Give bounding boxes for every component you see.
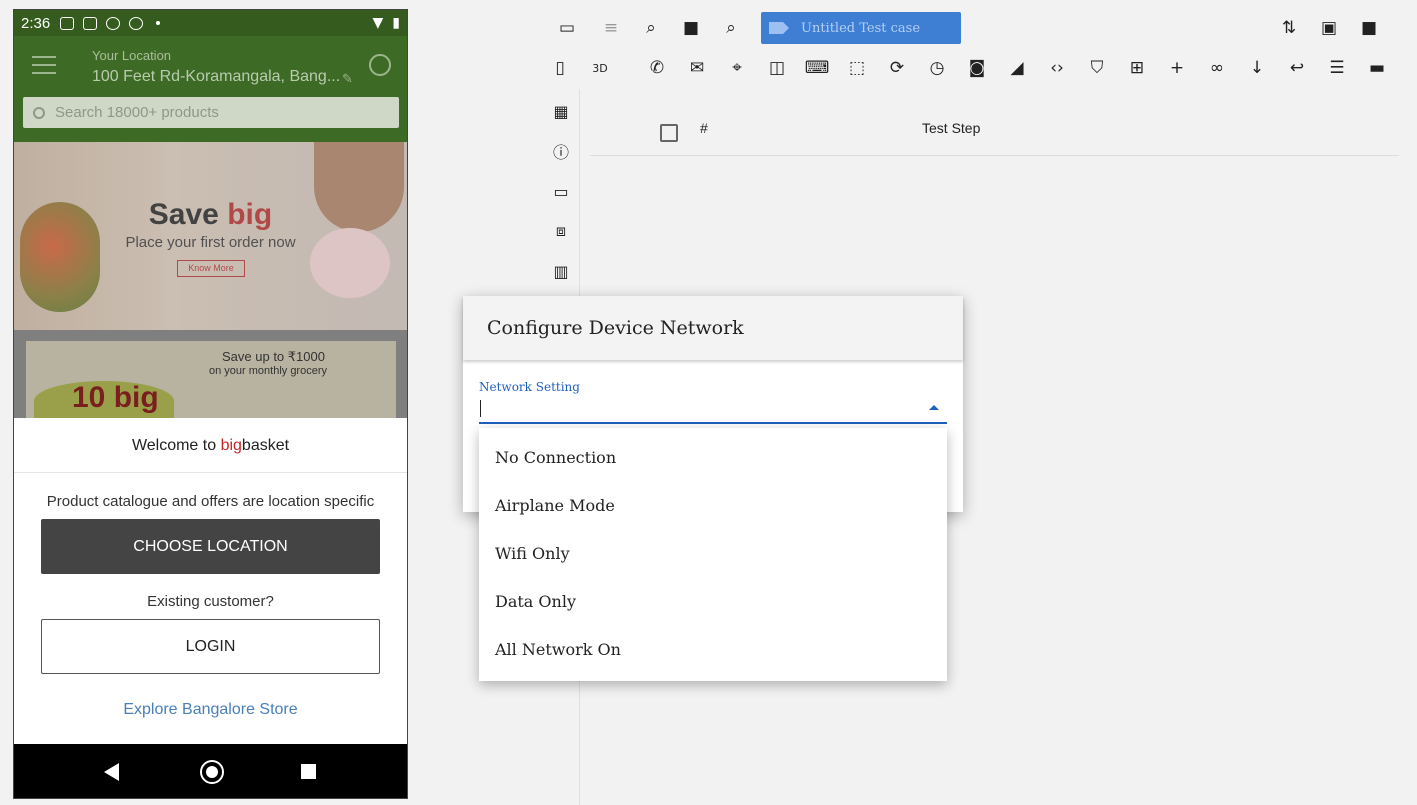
edit-location-icon[interactable]: ✎ bbox=[342, 72, 353, 87]
recents-icon[interactable] bbox=[301, 764, 316, 779]
folder-icon[interactable]: ▭ bbox=[550, 180, 572, 202]
network-setting-select[interactable] bbox=[479, 396, 947, 424]
promo-banner-monthly[interactable]: Save up to ₹1000 on your monthly grocery… bbox=[26, 341, 396, 421]
code-device-icon[interactable]: ⧈ bbox=[550, 220, 572, 242]
status-time: 2:36 bbox=[21, 14, 51, 32]
phone-call-icon[interactable]: ✆ bbox=[643, 54, 671, 82]
search-placeholder: Search 18000+ products bbox=[55, 104, 219, 121]
arrow-down-icon[interactable]: ↓ bbox=[1243, 54, 1271, 82]
zoom-in-icon[interactable]: ⌕ bbox=[717, 14, 745, 42]
wifi-icon: ▼ bbox=[372, 15, 384, 31]
bb-notification-icon bbox=[60, 16, 75, 30]
battery-icon: ▮ bbox=[392, 15, 400, 31]
android-nav-bar bbox=[14, 744, 407, 798]
list-icon[interactable]: ☰ bbox=[1323, 54, 1351, 82]
option-all-network-on[interactable]: All Network On bbox=[479, 625, 947, 673]
label-icon bbox=[769, 22, 789, 34]
option-wifi-only[interactable]: Wifi Only bbox=[479, 529, 947, 577]
dropdown-arrow-icon[interactable] bbox=[929, 405, 939, 410]
explore-store-link[interactable]: Explore Bangalore Store bbox=[14, 701, 407, 719]
banner2-logo-text: 10 big bbox=[72, 381, 159, 414]
action-toolbar: ▯ 3D ✆ ✉ ⌖ ◫ ⌨ ⬚ ⟳ ◷ ◙ ◢ ‹› ⛉ ⊞ + ∞ ↓ ↩ … bbox=[541, 49, 1417, 89]
banner2-subline: on your monthly grocery bbox=[209, 365, 327, 377]
code-icon[interactable]: ‹› bbox=[1043, 54, 1071, 82]
ticket-icon[interactable]: ▬ bbox=[1363, 54, 1391, 82]
option-airplane-mode[interactable]: Airplane Mode bbox=[479, 481, 947, 529]
shield-check-icon[interactable]: ⛉ bbox=[1083, 54, 1111, 82]
promo-strip: Save up to ₹1000 on your monthly grocery… bbox=[14, 330, 407, 421]
network-options-menu: No Connection Airplane Mode Wifi Only Da… bbox=[479, 428, 947, 681]
location-title: Your Location bbox=[92, 48, 172, 63]
divider bbox=[14, 472, 407, 473]
app-notification-icon bbox=[83, 16, 98, 30]
select-area-icon[interactable]: ⬚ bbox=[843, 54, 871, 82]
banner-title: Save big bbox=[148, 198, 273, 231]
return-icon[interactable]: ↩ bbox=[1283, 54, 1311, 82]
info-icon[interactable]: ⓘ bbox=[550, 140, 572, 162]
sync-notification-icon bbox=[106, 16, 121, 30]
devices-icon[interactable]: ▭ bbox=[553, 14, 581, 42]
link-icon[interactable]: ∞ bbox=[1203, 54, 1231, 82]
device-screen[interactable]: 2:36 ▼ ▮ Your Location 100 Feet Rd-Koram… bbox=[13, 9, 408, 799]
save-icon[interactable]: ▣ bbox=[1315, 14, 1343, 42]
text-cursor bbox=[480, 400, 481, 417]
testcase-name-chip[interactable]: Untitled Test case bbox=[761, 12, 961, 44]
back-icon[interactable] bbox=[104, 763, 119, 781]
menu-lines-icon[interactable]: ≡ bbox=[597, 14, 625, 42]
chart-icon[interactable]: ▥ bbox=[550, 260, 572, 282]
column-test-step: Test Step bbox=[922, 120, 981, 136]
more-notifications-dot bbox=[156, 21, 161, 25]
device-icon[interactable]: ▯ bbox=[546, 54, 574, 82]
welcome-sheet: Welcome to bigbasket Product catalogue a… bbox=[14, 418, 407, 744]
rotate-3d-icon[interactable]: 3D bbox=[586, 54, 614, 82]
sync-icon[interactable]: ⟳ bbox=[883, 54, 911, 82]
know-more-button[interactable]: Know More bbox=[177, 260, 245, 277]
camera-icon[interactable]: ◙ bbox=[963, 54, 991, 82]
network-settings-icon[interactable]: ◢ bbox=[1003, 54, 1031, 82]
table-icon[interactable]: ▦ bbox=[550, 100, 572, 122]
login-button[interactable]: LOGIN bbox=[41, 619, 380, 674]
stop-icon[interactable]: ■ bbox=[1355, 14, 1383, 42]
product-search-input[interactable]: Search 18000+ products bbox=[23, 97, 399, 128]
app-header: Your Location 100 Feet Rd-Koramangala, B… bbox=[14, 36, 407, 142]
sort-icon[interactable]: ⇅ bbox=[1275, 14, 1303, 42]
add-box-icon[interactable]: ⊞ bbox=[1123, 54, 1151, 82]
select-all-checkbox[interactable] bbox=[660, 124, 678, 142]
promo-banner-save-big[interactable]: Save big Place your first order now Know… bbox=[14, 142, 407, 330]
dialog-title: Configure Device Network bbox=[487, 317, 744, 339]
banner2-headline: Save up to ₹1000 bbox=[222, 349, 325, 364]
top-toolbar: ▭ ≡ ⌕ ■ ⌕ Untitled Test case ⇅ ▣ ■ bbox=[541, 9, 1417, 48]
location-note: Product catalogue and offers are locatio… bbox=[46, 493, 375, 510]
dialog-header: Configure Device Network bbox=[463, 296, 963, 360]
keyboard-icon[interactable]: ⌨ bbox=[803, 54, 831, 82]
location-pin-icon[interactable]: ⌖ bbox=[723, 54, 751, 82]
search-icon bbox=[33, 106, 45, 119]
sms-icon[interactable]: ✉ bbox=[683, 54, 711, 82]
gamepad-icon[interactable]: ◫ bbox=[763, 54, 791, 82]
location-value[interactable]: 100 Feet Rd-Koramangala, Bang... bbox=[92, 68, 340, 86]
zoom-out-icon[interactable]: ⌕ bbox=[637, 14, 665, 42]
banner-subtitle: Place your first order now bbox=[125, 234, 296, 251]
timer-icon[interactable]: ◷ bbox=[923, 54, 951, 82]
home-icon[interactable] bbox=[200, 760, 224, 784]
choose-location-button[interactable]: CHOOSE LOCATION bbox=[41, 519, 380, 574]
existing-customer-label: Existing customer? bbox=[147, 593, 274, 610]
steps-table-header: # Test Step bbox=[590, 100, 1399, 156]
testcase-name: Untitled Test case bbox=[801, 21, 921, 36]
profile-icon[interactable] bbox=[369, 54, 391, 76]
welcome-title: Welcome to bigbasket bbox=[131, 437, 290, 454]
menu-icon[interactable] bbox=[32, 56, 56, 74]
option-data-only[interactable]: Data Only bbox=[479, 577, 947, 625]
info-notification-icon bbox=[129, 16, 144, 30]
android-status-bar: 2:36 ▼ ▮ bbox=[14, 10, 407, 36]
option-no-connection[interactable]: No Connection bbox=[479, 433, 947, 481]
plus-icon[interactable]: + bbox=[1163, 54, 1191, 82]
column-hash: # bbox=[700, 120, 708, 136]
network-setting-label: Network Setting bbox=[479, 380, 580, 394]
stop-square-icon[interactable]: ■ bbox=[677, 14, 705, 42]
